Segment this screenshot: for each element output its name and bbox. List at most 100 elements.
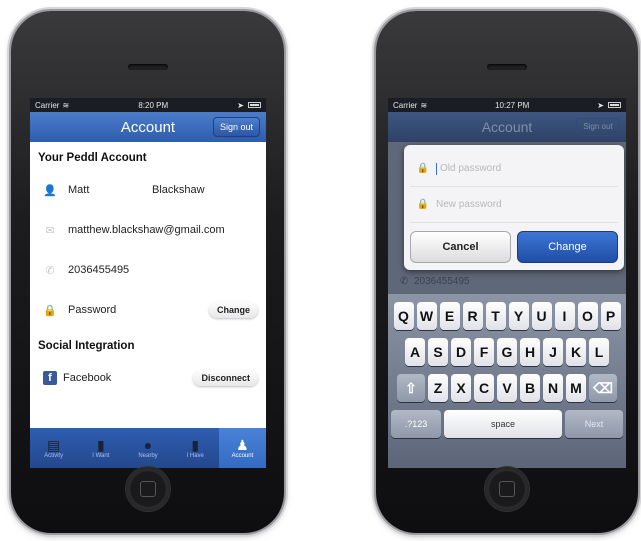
key-h[interactable]: H — [520, 338, 540, 366]
key-l[interactable]: L — [589, 338, 609, 366]
carrier-label: Carrier — [35, 100, 60, 110]
section-title-social: Social Integration — [38, 340, 135, 352]
facebook-label: Facebook — [63, 372, 112, 384]
speaker-grille — [487, 64, 527, 70]
key-s[interactable]: S — [428, 338, 448, 366]
tab-i-have[interactable]: ▮ I Have — [172, 428, 219, 468]
letter-keys: ZXCVBNM — [428, 374, 586, 402]
keyboard-row-bottom: .?123 space Next — [390, 410, 624, 438]
home-button[interactable] — [125, 467, 170, 511]
dimmed-phone-row: ✆ 2036455495 — [388, 276, 626, 287]
new-password-field[interactable]: 🔒 New password — [410, 187, 618, 223]
key-w[interactable]: W — [416, 302, 437, 330]
key-q[interactable]: Q — [393, 302, 414, 330]
sign-out-button: Sign out — [576, 118, 620, 136]
inbox-icon: ▤ — [46, 437, 61, 453]
tab-label: I Want — [92, 453, 110, 459]
password-label: Password — [68, 304, 117, 316]
account-content: Your Peddl Account 👤 Matt Blackshaw ✉ ma… — [30, 142, 266, 438]
key-m[interactable]: M — [566, 374, 586, 402]
tab-i-want[interactable]: ▮ I Want — [77, 428, 124, 468]
tab-label: Account — [231, 453, 254, 459]
old-password-field[interactable]: 🔒 Old password — [410, 151, 618, 187]
key-o[interactable]: O — [577, 302, 598, 330]
key-p[interactable]: P — [600, 302, 621, 330]
key-f[interactable]: F — [474, 338, 494, 366]
key-y[interactable]: Y — [508, 302, 529, 330]
change-password-screen: Carrier ≋ 10:27 PM ➤ Account Sign out ✆ 2… — [388, 98, 626, 468]
tab-label: I Have — [186, 453, 204, 459]
tab-nearby[interactable]: ● Nearby — [124, 428, 171, 468]
key-b[interactable]: B — [520, 374, 540, 402]
shift-key[interactable]: ⇧ — [397, 374, 425, 402]
page-title: Account — [120, 118, 176, 136]
facebook-row: f Facebook Disconnect — [38, 358, 258, 398]
email-field[interactable]: matthew.blackshaw@gmail.com — [62, 224, 258, 236]
key-j[interactable]: J — [543, 338, 563, 366]
key-t[interactable]: T — [485, 302, 506, 330]
phone-icon: ✆ — [400, 276, 409, 287]
key-d[interactable]: D — [451, 338, 471, 366]
key-r[interactable]: R — [462, 302, 483, 330]
key-a[interactable]: A — [405, 338, 425, 366]
next-key[interactable]: Next — [565, 410, 623, 438]
tab-bar: ▤ Activity ▮ I Want ● Nearby ▮ I Have ♟ Accou… — [30, 428, 266, 468]
new-password-placeholder: New password — [436, 199, 502, 210]
disconnect-button[interactable]: Disconnect — [193, 370, 258, 386]
lock-icon: 🔒 — [416, 163, 430, 174]
home-button[interactable] — [485, 467, 529, 511]
clock: 10:27 PM — [495, 100, 530, 110]
phone-right: Carrier ≋ 10:27 PM ➤ Account Sign out ✆ 2… — [376, 11, 638, 533]
tab-account[interactable]: ♟ Account — [218, 428, 266, 468]
location-arrow-icon: ➤ — [597, 100, 604, 110]
phone-row[interactable]: ✆ 2036455495 — [38, 250, 258, 290]
dimmed-phone-text: 2036455495 — [413, 276, 470, 287]
key-z[interactable]: Z — [428, 374, 448, 402]
key-g[interactable]: G — [497, 338, 517, 366]
key-c[interactable]: C — [474, 374, 494, 402]
backspace-key[interactable]: ⌫ — [589, 374, 617, 402]
password-row: 🔒 Password Change — [38, 290, 258, 330]
key-v[interactable]: V — [497, 374, 517, 402]
numbers-key[interactable]: .?123 — [391, 410, 441, 438]
wifi-icon: ≋ — [420, 100, 428, 110]
sign-out-button[interactable]: Sign out — [212, 117, 260, 137]
cancel-button[interactable]: Cancel — [410, 231, 511, 263]
phone-field[interactable]: 2036455495 — [62, 264, 258, 276]
wifi-icon: ≋ — [62, 100, 70, 110]
nav-bar-dimmed: Account Sign out — [388, 112, 626, 142]
key-u[interactable]: U — [531, 302, 552, 330]
person-icon: ♟ — [236, 437, 249, 453]
phone-left: Carrier ≋ 8:20 PM ➤ Account Sign out Your… — [11, 11, 284, 533]
name-row[interactable]: 👤 Matt Blackshaw — [38, 170, 258, 210]
email-row[interactable]: ✉ matthew.blackshaw@gmail.com — [38, 210, 258, 250]
change-password-button[interactable]: Change — [208, 302, 258, 318]
lock-icon: 🔒 — [43, 304, 57, 317]
space-key[interactable]: space — [444, 410, 562, 438]
text-cursor — [436, 162, 437, 175]
keyboard-row-2: ASDFGHJKL — [390, 338, 624, 366]
key-i[interactable]: I — [554, 302, 575, 330]
tag-icon: ▮ — [191, 437, 200, 453]
carrier-label: Carrier — [393, 100, 418, 110]
last-name-field[interactable]: Blackshaw — [152, 184, 258, 196]
nav-bar: Account Sign out — [30, 112, 266, 142]
bag-icon: ▮ — [96, 437, 105, 453]
tab-label: Activity — [44, 453, 64, 459]
key-n[interactable]: N — [543, 374, 563, 402]
battery-icon — [248, 102, 261, 108]
tab-activity[interactable]: ▤ Activity — [30, 428, 77, 468]
old-password-placeholder: Old password — [440, 163, 502, 174]
change-button[interactable]: Change — [517, 231, 618, 263]
location-icon: ● — [143, 437, 153, 453]
key-x[interactable]: X — [451, 374, 471, 402]
person-icon: 👤 — [43, 184, 57, 197]
page-title: Account — [481, 119, 533, 135]
keyboard-row-3: ⇧ ZXCVBNM ⌫ — [390, 374, 624, 402]
key-k[interactable]: K — [566, 338, 586, 366]
key-e[interactable]: E — [439, 302, 460, 330]
status-bar: Carrier ≋ 8:20 PM ➤ — [30, 98, 266, 112]
keyboard: QWERTYUIOP ASDFGHJKL ⇧ ZXCVBNM ⌫ .?123 s… — [388, 294, 626, 468]
first-name-field[interactable]: Matt — [62, 184, 152, 196]
dialog-buttons: Cancel Change — [410, 231, 618, 263]
